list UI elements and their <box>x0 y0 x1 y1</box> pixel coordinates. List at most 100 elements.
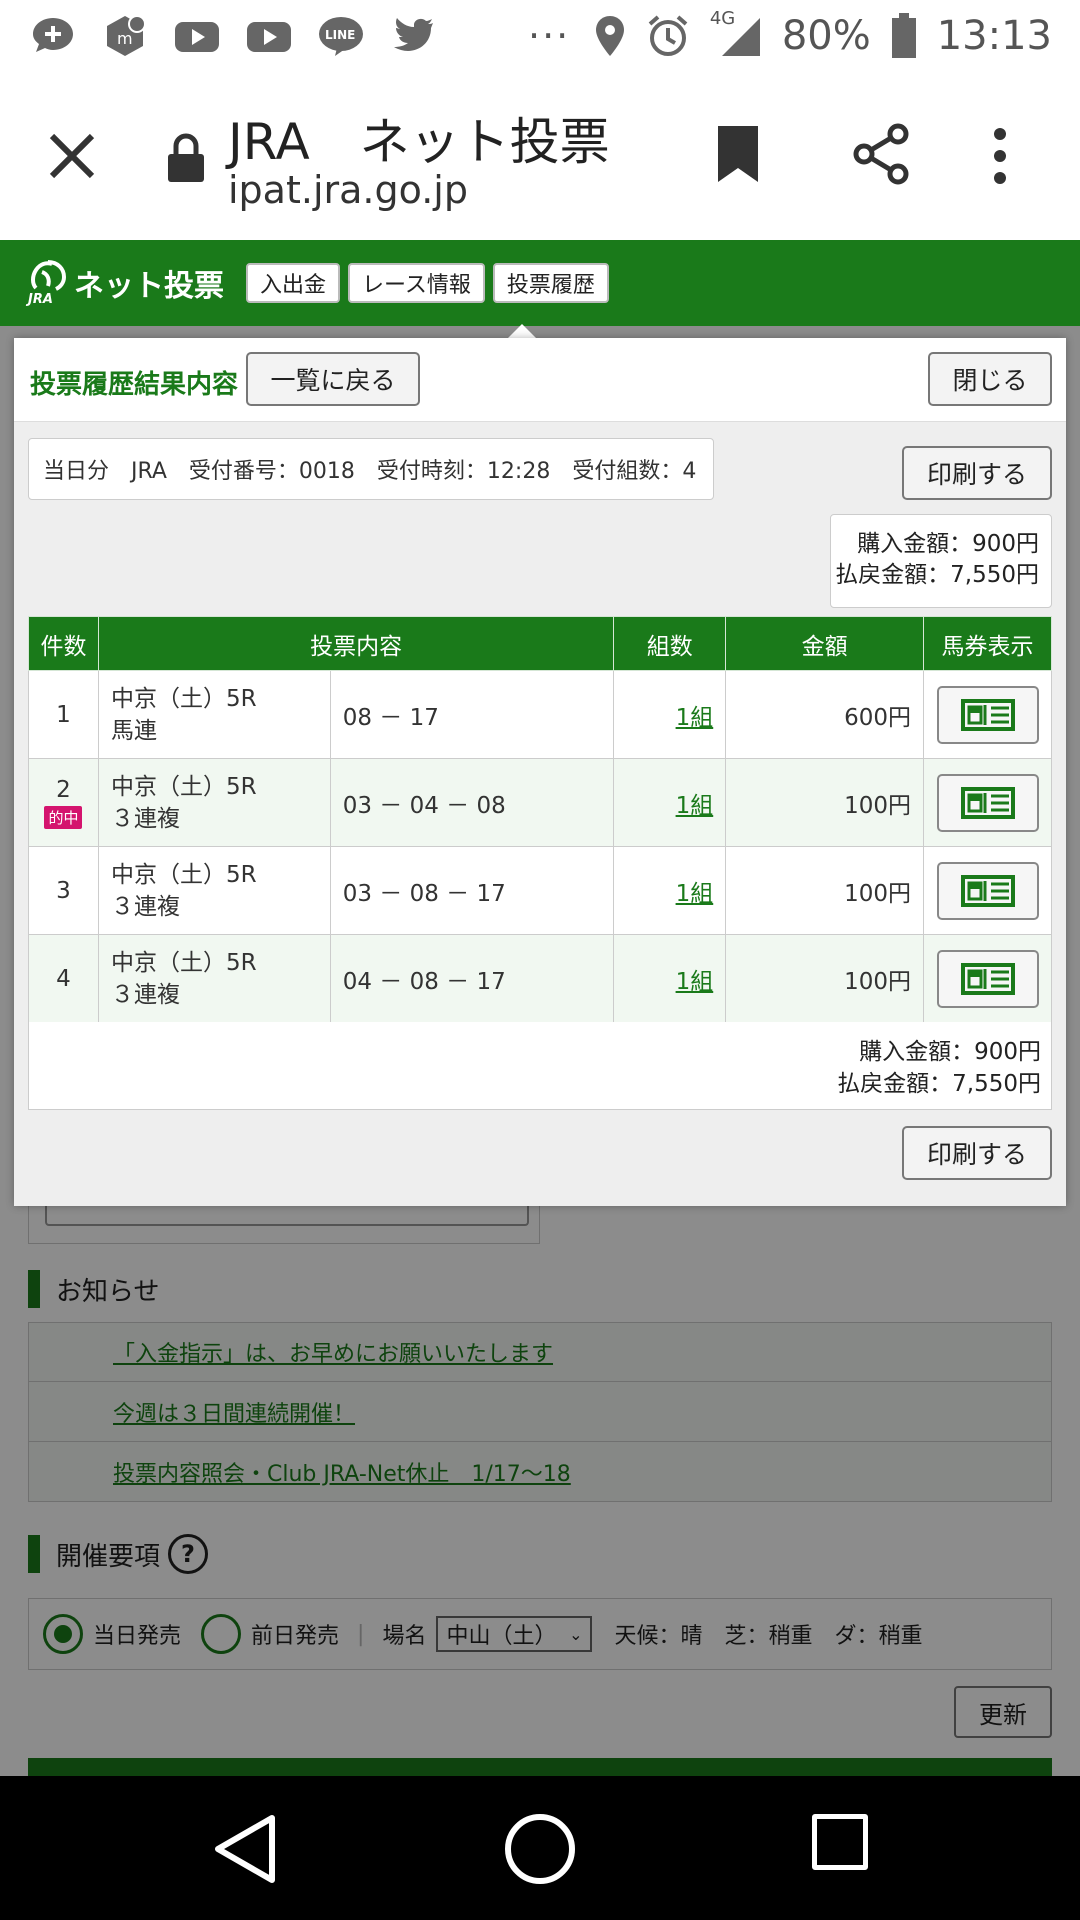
ticket-view-button[interactable] <box>936 861 1039 920</box>
svg-text:m: m <box>117 29 133 48</box>
kumi-link[interactable]: 1組 <box>676 793 714 819</box>
bookmark-icon[interactable] <box>714 124 762 184</box>
system-navigation-bar <box>0 1776 1080 1920</box>
app-icon: m <box>100 14 150 58</box>
svg-text:LINE: LINE <box>325 28 355 42</box>
hit-badge: 的中 <box>44 805 83 829</box>
bet-content: 08 － 17 <box>329 670 615 759</box>
kumi-cell: 1組 <box>613 670 727 759</box>
column-header: 組数 <box>613 616 727 671</box>
recent-apps-icon[interactable] <box>812 1814 868 1870</box>
nav-vote-history-button[interactable]: 投票履歴 <box>492 263 609 303</box>
amount: 100円 <box>725 846 924 935</box>
vote-history-modal: 投票履歴結果内容 一覧に戻る 閉じる 当日分 JRA 受付番号：0018 受付時… <box>14 338 1066 1206</box>
row-number: 4 <box>56 965 71 992</box>
bet-type: ３連複 <box>110 893 180 920</box>
race-name: 中京（土）5R <box>110 861 257 888</box>
bet-type: ３連複 <box>110 981 180 1008</box>
payout-amount: 払戻金額：7,550円 <box>837 1071 1041 1097</box>
table-totals: 購入金額：900円 払戻金額：7,550円 <box>28 1022 1052 1110</box>
nav-race-info-button[interactable]: レース情報 <box>348 263 485 303</box>
youtube-icon <box>172 14 222 58</box>
amount: 100円 <box>725 758 924 847</box>
kumi-link[interactable]: 1組 <box>676 969 714 995</box>
modal-header: 投票履歴結果内容 一覧に戻る 閉じる <box>14 338 1066 422</box>
bet-content: 03 － 04 － 08 <box>329 758 615 847</box>
page-title: JRA ネット投票 <box>228 113 610 171</box>
line-icon: LINE <box>316 14 366 58</box>
youtube-icon <box>244 14 294 58</box>
kumi-cell: 1組 <box>613 934 727 1023</box>
jra-logo-sub: JRA <box>28 292 53 307</box>
payout-amount: 払戻金額：7,550円 <box>835 562 1039 588</box>
row-number-cell: 1 <box>28 670 99 759</box>
overflow-menu-icon[interactable] <box>988 124 1012 188</box>
battery-icon <box>891 13 916 58</box>
more-notifications-indicator: ··· <box>528 14 571 58</box>
purchase-amount: 購入金額：900円 <box>859 1039 1041 1065</box>
kumi-link[interactable]: 1組 <box>676 705 714 731</box>
table-row: 2 的中 中京（土）5R ３連複 03 － 04 － 08 1組 100円 <box>28 758 1052 847</box>
alarm-icon <box>648 15 688 56</box>
share-icon[interactable] <box>850 122 914 186</box>
nav-deposit-button[interactable]: 入出金 <box>246 263 341 303</box>
race-cell: 中京（土）5R 馬連 <box>97 670 331 759</box>
modal-pointer <box>508 324 536 338</box>
kumi-cell: 1組 <box>613 758 727 847</box>
row-number-cell: 4 <box>28 934 99 1023</box>
bet-type: ３連複 <box>110 805 180 832</box>
site-header: JRA ネット投票 入出金 レース情報 投票履歴 <box>0 240 1080 326</box>
row-number: 2 <box>56 776 71 803</box>
bet-content: 04 － 08 － 17 <box>329 934 615 1023</box>
purchase-amount: 購入金額：900円 <box>857 531 1039 557</box>
receipt-info: 当日分 JRA 受付番号：0018 受付時刻：12:28 受付組数：4 <box>28 438 714 500</box>
amount: 100円 <box>725 934 924 1023</box>
network-type: 4G <box>709 8 736 29</box>
back-to-list-button[interactable]: 一覧に戻る <box>246 352 420 406</box>
table-row: 4 中京（土）5R ３連複 04 － 08 － 17 1組 100円 <box>28 934 1052 1023</box>
ticket-view-button[interactable] <box>936 949 1039 1008</box>
ticket-view-button[interactable] <box>936 773 1039 832</box>
close-icon[interactable] <box>40 124 104 188</box>
back-icon[interactable] <box>210 1812 280 1886</box>
table-header-row: 件数 投票内容 組数 金額 馬券表示 <box>28 616 1052 671</box>
kumi-link[interactable]: 1組 <box>676 881 714 907</box>
vote-table: 件数 投票内容 組数 金額 馬券表示 1 中京（土）5R 馬連 08 － 17 1… <box>28 616 1052 1023</box>
page-url[interactable]: ipat.jra.go.jp <box>228 168 468 212</box>
column-header: 件数 <box>28 616 99 671</box>
race-name: 中京（土）5R <box>110 949 257 976</box>
home-icon[interactable] <box>503 1812 577 1886</box>
close-button[interactable]: 閉じる <box>928 352 1052 406</box>
lock-icon[interactable] <box>166 132 206 184</box>
ticket-icon <box>960 874 1015 907</box>
status-bar: m LINE ··· 4G 80% 13:13 <box>0 0 1080 72</box>
race-cell: 中京（土）5R ３連複 <box>97 758 331 847</box>
ticket-cell <box>923 846 1052 935</box>
battery-percent: 80% <box>781 13 871 59</box>
modal-title: 投票履歴結果内容 <box>30 370 239 400</box>
bet-content: 03 － 08 － 17 <box>329 846 615 935</box>
row-number: 1 <box>56 701 71 728</box>
table-row: 3 中京（土）5R ３連複 03 － 08 － 17 1組 100円 <box>28 846 1052 935</box>
logo-text: ネット投票 <box>74 269 224 304</box>
bet-type: 馬連 <box>110 717 157 744</box>
column-header: 馬券表示 <box>923 616 1052 671</box>
ticket-view-button[interactable] <box>936 685 1039 744</box>
ticket-icon <box>960 786 1015 819</box>
race-cell: 中京（土）5R ３連複 <box>97 934 331 1023</box>
row-number: 3 <box>56 877 71 904</box>
column-header: 金額 <box>725 616 924 671</box>
message-plus-icon <box>28 14 78 58</box>
ticket-cell <box>923 670 1052 759</box>
row-number-cell: 3 <box>28 846 99 935</box>
amount: 600円 <box>725 670 924 759</box>
race-cell: 中京（土）5R ３連複 <box>97 846 331 935</box>
amount-summary: 購入金額：900円 払戻金額：7,550円 <box>830 514 1052 608</box>
print-button[interactable]: 印刷する <box>902 446 1052 500</box>
row-number-cell: 2 的中 <box>28 758 99 847</box>
print-button[interactable]: 印刷する <box>902 1126 1052 1180</box>
ticket-cell <box>923 758 1052 847</box>
race-name: 中京（土）5R <box>110 685 257 712</box>
race-name: 中京（土）5R <box>110 773 257 800</box>
table-row: 1 中京（土）5R 馬連 08 － 17 1組 600円 <box>28 670 1052 759</box>
